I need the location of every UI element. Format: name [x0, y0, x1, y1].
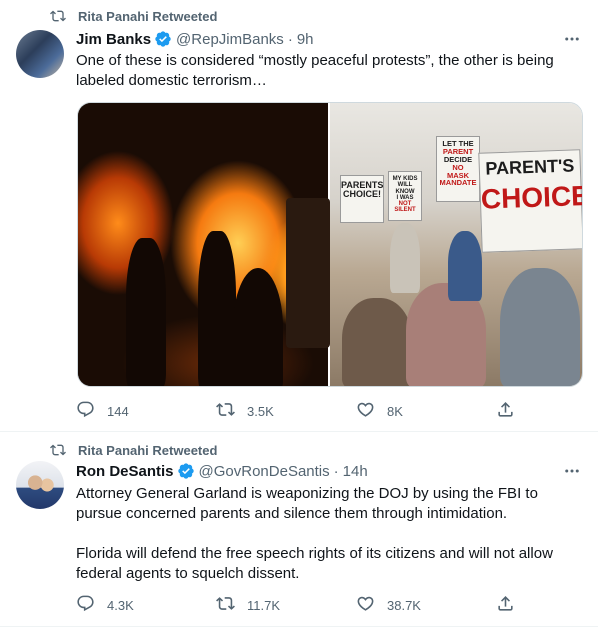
- silhouette: [233, 268, 283, 386]
- author-handle[interactable]: @GovRonDeSantis: [199, 463, 330, 480]
- tweet-timestamp[interactable]: 14h: [343, 463, 368, 480]
- share-icon: [496, 400, 527, 422]
- tweet-text: Attorney General Garland is weaponizing …: [76, 484, 566, 584]
- retweet-count: 11.7K: [247, 597, 281, 613]
- tweet-ron-desantis[interactable]: Rita Panahi Retweeted Ron DeSantis @GovR…: [0, 432, 598, 627]
- silhouette: [126, 238, 166, 386]
- tweet-timestamp[interactable]: 9h: [297, 31, 314, 48]
- silhouette: [198, 231, 236, 386]
- reply-icon: [76, 594, 107, 616]
- tweet-text-paragraph: Attorney General Garland is weaponizing …: [76, 485, 538, 522]
- retweet-button[interactable]: 3.5K: [216, 400, 316, 422]
- avatar[interactable]: [16, 461, 64, 509]
- tweet-actions: 4.3K 11.7K 38.7K: [76, 594, 516, 616]
- sign-line: NOT SILENT: [394, 201, 416, 214]
- author-handle[interactable]: @RepJimBanks: [176, 31, 284, 48]
- like-icon: [356, 400, 387, 422]
- tweet-text-paragraph: One of these is considered “mostly peace…: [76, 52, 554, 89]
- protest-sign: LET THE PARENT DECIDE NO MASK MANDATE: [436, 136, 481, 202]
- sign-line: MANDATE: [439, 178, 477, 188]
- like-count: 38.7K: [387, 597, 421, 613]
- photo-riot-fire[interactable]: [78, 103, 330, 386]
- timeline-feed: Rita Panahi Retweeted Jim Banks @RepJimB…: [0, 0, 598, 635]
- author-name[interactable]: Jim Banks: [76, 31, 151, 48]
- like-button[interactable]: 38.7K: [356, 594, 456, 616]
- sign-line: WILL KNOW: [395, 182, 415, 195]
- more-icon[interactable]: [562, 461, 582, 481]
- protest-sign: PARENTS CHOICE!: [340, 175, 385, 223]
- share-button[interactable]: [496, 400, 516, 422]
- verified-badge-icon: [177, 462, 195, 480]
- tweet-actions: 144 3.5K 8K: [76, 400, 516, 422]
- share-button[interactable]: [496, 594, 516, 616]
- author-name[interactable]: Ron DeSantis: [76, 463, 174, 480]
- tweet-text: One of these is considered “mostly peace…: [76, 51, 566, 91]
- retweet-icon: [50, 8, 66, 24]
- protest-sign-large: PARENT'S CHOICE: [478, 149, 583, 253]
- retweet-context: Rita Panahi Retweeted: [50, 442, 217, 458]
- retweet-context-label: Rita Panahi Retweeted: [78, 442, 218, 458]
- crowd-person: [342, 298, 413, 386]
- retweet-icon: [216, 400, 247, 422]
- avatar[interactable]: [16, 30, 64, 78]
- reply-icon: [76, 400, 107, 422]
- sign-line: CHOICE!: [343, 189, 382, 200]
- reply-count: 4.3K: [107, 597, 134, 613]
- verified-badge-icon: [154, 30, 172, 48]
- separator-dot: ·: [333, 462, 339, 480]
- reply-count: 144: [107, 403, 129, 419]
- retweet-button[interactable]: 11.7K: [216, 594, 316, 616]
- tweet-jim-banks[interactable]: Rita Panahi Retweeted Jim Banks @RepJimB…: [0, 0, 598, 432]
- tweet-header: Jim Banks @RepJimBanks · 9h: [76, 30, 582, 48]
- tweet-media[interactable]: LET THE PARENT DECIDE NO MASK MANDATE PA…: [77, 102, 583, 387]
- reply-button[interactable]: 144: [76, 400, 176, 422]
- tweet-text-paragraph: Florida will defend the free speech righ…: [76, 545, 553, 582]
- crowd-person: [448, 231, 483, 301]
- retweet-icon: [50, 442, 66, 458]
- sign-line: PARENT'S: [485, 155, 575, 179]
- like-icon: [356, 594, 387, 616]
- share-icon: [496, 594, 527, 616]
- like-count: 8K: [387, 403, 403, 419]
- reply-button[interactable]: 4.3K: [76, 594, 176, 616]
- protest-sign: MY KIDS WILL KNOW I WAS NOT SILENT: [388, 171, 423, 221]
- more-icon[interactable]: [562, 29, 582, 49]
- retweet-count: 3.5K: [247, 403, 274, 419]
- retweet-context-label: Rita Panahi Retweeted: [78, 8, 218, 24]
- burning-vehicle: [286, 198, 330, 348]
- crowd-person: [500, 268, 581, 386]
- separator-dot: ·: [287, 30, 293, 48]
- sign-line: CHOICE: [480, 179, 583, 215]
- retweet-context: Rita Panahi Retweeted: [50, 8, 217, 24]
- crowd-person: [390, 223, 421, 293]
- photo-parents-protest[interactable]: LET THE PARENT DECIDE NO MASK MANDATE PA…: [330, 103, 582, 386]
- retweet-icon: [216, 594, 247, 616]
- like-button[interactable]: 8K: [356, 400, 456, 422]
- tweet-header: Ron DeSantis @GovRonDeSantis · 14h: [76, 462, 582, 480]
